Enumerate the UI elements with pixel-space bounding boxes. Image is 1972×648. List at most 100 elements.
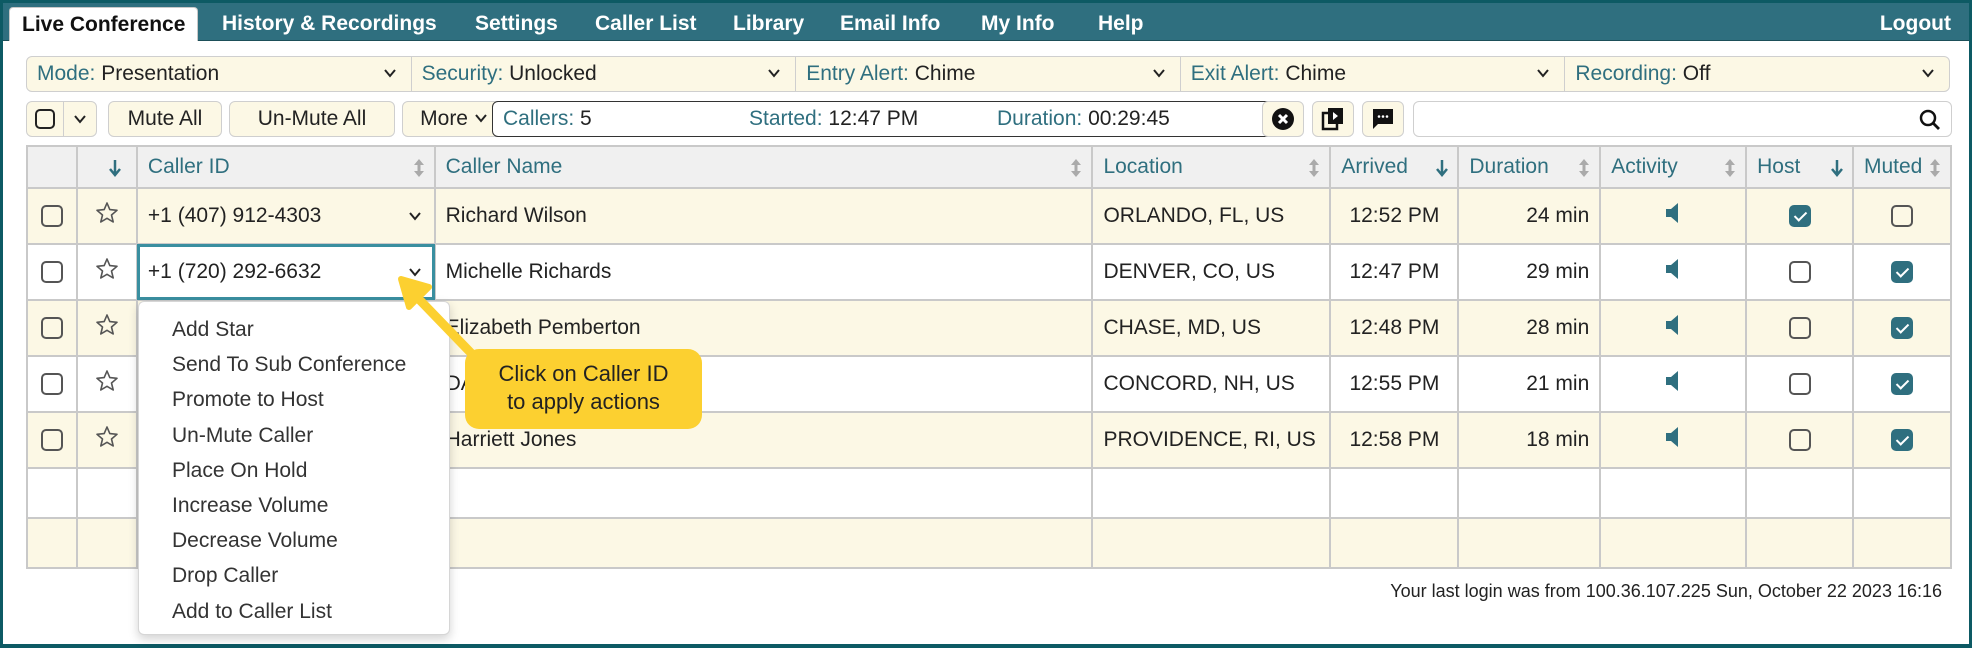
host-checkbox[interactable] [1788,205,1811,228]
row-checkbox[interactable] [40,261,63,284]
header-muted-label: Muted [1863,155,1923,178]
mode-value: Presentation [101,62,220,85]
duration-cell: 18 min [1457,411,1602,469]
tab-email-info[interactable]: Email Info [828,7,952,41]
entry-alert-select[interactable]: Entry Alert: Chime [796,57,1181,91]
caller-id-dropdown[interactable]: +1 (407) 912-4303 [135,187,436,245]
muted-cell [1851,299,1953,357]
row-select-cell [26,411,78,469]
muted-cell [1851,187,1953,245]
empty-cell [1329,467,1460,519]
last-login-info: Your last login was from 100.36.107.225 … [1390,581,1942,601]
tab-my-info[interactable]: My Info [969,7,1067,41]
empty-cell [26,467,78,519]
menu-item-send-to-sub-conference[interactable]: Send To Sub Conference [139,347,449,382]
mode-select[interactable]: Mode: Presentation [27,57,412,91]
star-icon[interactable] [95,201,119,225]
tab-help[interactable]: Help [1086,7,1156,41]
callers-count: Callers: 5 [503,102,592,135]
table-header-row: Caller ID Caller Name Location Arrived D… [26,145,1953,189]
menu-item-decrease-volume[interactable]: Decrease Volume [139,523,449,558]
muted-checkbox[interactable] [1890,429,1913,452]
header-caller-name[interactable]: Caller Name [433,145,1094,189]
row-checkbox[interactable] [40,429,63,452]
menu-item-drop-caller[interactable]: Drop Caller [139,558,449,593]
menu-item-unmute-caller[interactable]: Un-Mute Caller [139,418,449,453]
sort-both-icon [1725,159,1736,177]
host-checkbox[interactable] [1788,373,1811,396]
empty-cell [1457,517,1602,569]
search-icon[interactable] [1919,109,1941,131]
muted-checkbox[interactable] [1890,317,1913,340]
callout-line-2: to apply actions [507,389,660,414]
row-star-cell[interactable] [75,355,138,413]
top-nav: Live Conference History & Recordings Set… [3,3,1969,41]
header-duration[interactable]: Duration [1457,145,1602,189]
header-caller-id-label: Caller ID [147,155,230,178]
select-options-dropdown[interactable] [63,101,97,137]
star-icon[interactable] [95,313,119,337]
menu-item-place-on-hold[interactable]: Place On Hold [139,453,449,488]
caller-name-value: Harriett Jones [445,428,577,451]
unmute-all-button[interactable]: Un-Mute All [229,101,395,137]
muted-cell [1851,411,1953,469]
star-icon[interactable] [95,369,119,393]
header-location[interactable]: Location [1091,145,1332,189]
speaker-icon [1666,203,1679,223]
security-select[interactable]: Security: Unlocked [412,57,797,91]
chat-button[interactable] [1362,101,1404,137]
host-checkbox[interactable] [1788,261,1811,284]
muted-checkbox[interactable] [1890,205,1913,228]
logout-link[interactable]: Logout [1868,7,1963,41]
search-input[interactable] [1413,101,1952,137]
activity-cell [1599,299,1748,357]
menu-item-add-star[interactable]: Add Star [139,312,449,347]
header-caller-id[interactable]: Caller ID [135,145,436,189]
tab-live-conference[interactable]: Live Conference [9,7,199,41]
menu-item-increase-volume[interactable]: Increase Volume [139,488,449,523]
arrived-value: 12:47 PM [1349,260,1440,283]
row-checkbox[interactable] [40,205,63,228]
select-all-checkbox[interactable] [26,101,64,137]
header-muted[interactable]: Muted [1851,145,1953,189]
more-button[interactable]: More [402,101,506,137]
location-value: CHASE, MD, US [1103,316,1261,339]
activity-cell [1599,243,1748,301]
header-arrived[interactable]: Arrived [1329,145,1460,189]
star-icon[interactable] [95,257,119,281]
chevron-down-icon [383,69,396,78]
chevron-down-icon [768,69,780,78]
header-host[interactable]: Host [1745,145,1854,189]
sort-both-icon [1579,159,1590,177]
menu-item-promote-to-host[interactable]: Promote to Host [139,382,449,417]
play-recordings-button[interactable] [1312,101,1354,137]
row-star-cell[interactable] [75,187,138,245]
tab-caller-list[interactable]: Caller List [583,7,709,41]
empty-cell [1457,467,1602,519]
row-checkbox[interactable] [40,373,63,396]
row-star-cell[interactable] [75,299,138,357]
tab-library[interactable]: Library [721,7,816,41]
mute-all-button[interactable]: Mute All [108,101,222,137]
host-checkbox[interactable] [1788,317,1811,340]
header-activity[interactable]: Activity [1599,145,1748,189]
muted-checkbox[interactable] [1890,373,1913,396]
row-star-cell[interactable] [75,243,138,301]
duration-label: Duration: [997,107,1083,130]
location-value: ORLANDO, FL, US [1103,204,1285,227]
header-star[interactable] [75,145,138,189]
star-icon[interactable] [95,425,119,449]
menu-item-add-to-caller-list[interactable]: Add to Caller List [139,594,449,629]
recording-select[interactable]: Recording: Off [1565,57,1949,91]
end-conference-button[interactable] [1262,101,1304,137]
empty-cell [433,467,1094,519]
muted-checkbox[interactable] [1890,261,1913,284]
exit-alert-select[interactable]: Exit Alert: Chime [1181,57,1566,91]
host-checkbox[interactable] [1788,429,1811,452]
tab-history-recordings[interactable]: History & Recordings [210,7,449,41]
tab-settings[interactable]: Settings [463,7,570,41]
location-cell: CHASE, MD, US [1091,299,1332,357]
row-checkbox[interactable] [40,317,63,340]
row-star-cell[interactable] [75,411,138,469]
caller-id-dropdown[interactable]: +1 (720) 292-6632 [135,243,436,301]
